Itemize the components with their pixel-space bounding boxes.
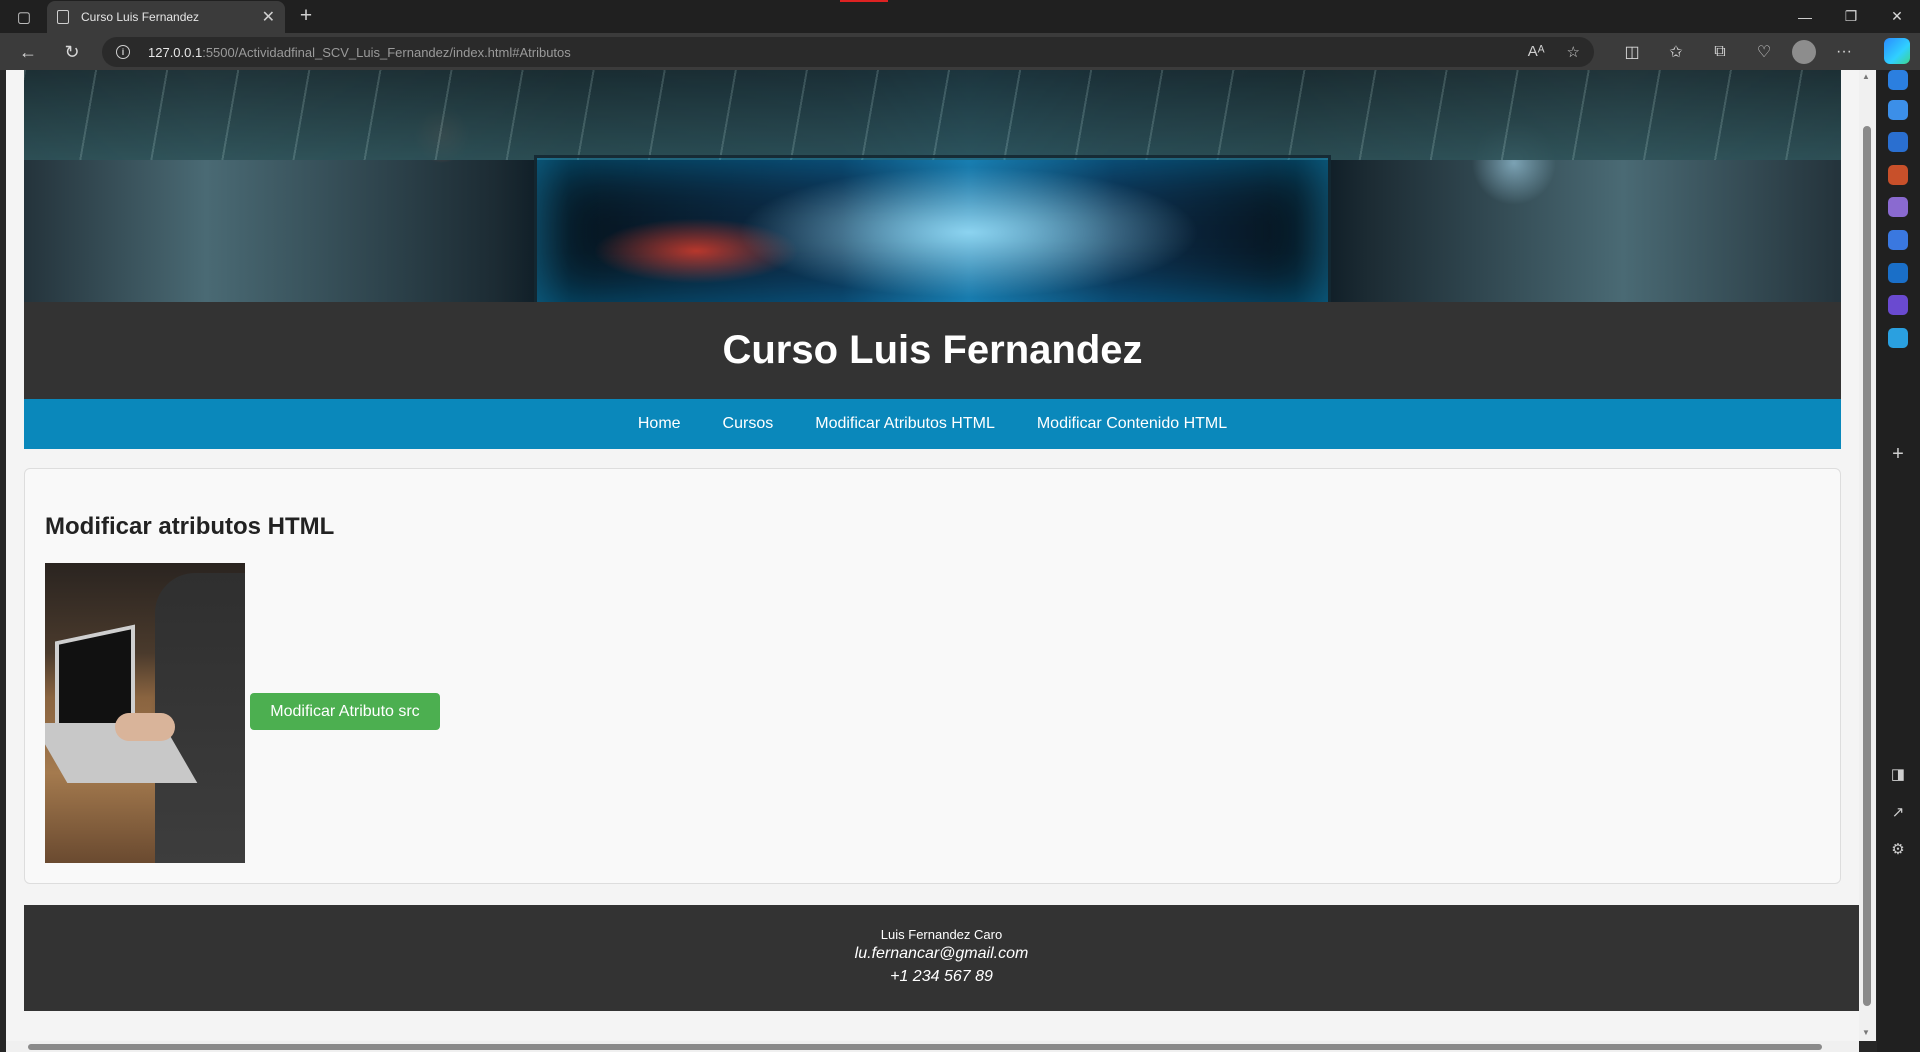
add-sidebar-app-icon[interactable]: + (1888, 443, 1908, 466)
favorites-icon[interactable]: ✩ (1660, 40, 1692, 64)
window-controls: — ❐ ✕ (1782, 0, 1920, 33)
sidebar-toggle-icon[interactable]: ◨ (1888, 765, 1908, 783)
tools-icon[interactable] (1888, 165, 1908, 185)
footer-phone: +1 234 567 89 (890, 968, 993, 985)
scroll-up-arrow-icon[interactable]: ▲ (1862, 72, 1870, 81)
tab-actions-icon[interactable]: ▢ (12, 6, 36, 28)
microsoft365-icon[interactable] (1888, 230, 1908, 250)
tab-title: Curso Luis Fernandez (81, 10, 200, 24)
address-bar[interactable]: i 127.0.0.1:5500/Actividadfinal_SCV_Luis… (102, 37, 1594, 67)
games-icon[interactable] (1888, 197, 1908, 217)
page-viewport: Curso Luis Fernandez Home Cursos Modific… (0, 70, 1877, 1052)
designer-icon[interactable] (1888, 295, 1908, 315)
open-external-icon[interactable]: ↗ (1888, 803, 1908, 821)
close-window-icon[interactable]: ✕ (1874, 0, 1920, 33)
site-title: Curso Luis Fernandez (722, 328, 1143, 372)
recording-indicator (840, 0, 888, 2)
vertical-scroll-thumb[interactable] (1863, 126, 1871, 1006)
photo-hand (115, 713, 175, 741)
shopping-icon[interactable] (1888, 132, 1908, 152)
tab-close-icon[interactable]: ✕ (262, 7, 275, 27)
new-tab-icon[interactable]: + (294, 4, 318, 28)
scroll-down-arrow-icon[interactable]: ▼ (1862, 1028, 1870, 1037)
footer-name: Luis Fernandez Caro (880, 927, 1003, 942)
send-icon[interactable] (1888, 328, 1908, 348)
outlook-icon[interactable] (1888, 263, 1908, 283)
browser-tab-bar: ▢ Curso Luis Fernandez ✕ + — ❐ ✕ (0, 0, 1920, 33)
page-icon (57, 10, 69, 24)
horizontal-scrollbar[interactable] (6, 1041, 1859, 1052)
restore-icon[interactable]: ❐ (1828, 0, 1874, 33)
more-options-icon[interactable]: ··· (1828, 40, 1860, 64)
settings-gear-icon[interactable]: ⚙ (1888, 840, 1908, 858)
browser-tab-active[interactable]: Curso Luis Fernandez ✕ (47, 1, 285, 33)
site-info-icon[interactable]: i (116, 45, 130, 59)
nav-modificar-atributos[interactable]: Modificar Atributos HTML (815, 415, 995, 433)
search-icon[interactable] (1888, 100, 1908, 120)
nav-cursos[interactable]: Cursos (723, 415, 774, 433)
notifications-icon[interactable] (1888, 70, 1908, 90)
toolbar-actions: ◫ ✩ ⧉ ♡ ··· (1616, 40, 1860, 64)
vertical-scrollbar[interactable]: ▲ ▼ (1859, 70, 1876, 1041)
minimize-icon[interactable]: — (1782, 0, 1828, 33)
laptop-photo (45, 563, 245, 863)
main-nav: Home Cursos Modificar Atributos HTML Mod… (24, 399, 1841, 449)
atributos-section: Modificar atributos HTML Modificar Atrib… (24, 468, 1841, 884)
address-bar-actions: Aᴬ ☆ (1528, 43, 1580, 61)
split-screen-icon[interactable]: ◫ (1616, 40, 1648, 64)
browser-essentials-icon[interactable]: ♡ (1748, 40, 1780, 64)
site-footer: Luis Fernandez Caro lu.fernancar@gmail.c… (24, 905, 1859, 1011)
nav-home[interactable]: Home (638, 415, 681, 433)
web-page: Curso Luis Fernandez Home Cursos Modific… (6, 70, 1859, 1041)
browser-toolbar: ← ↻ i 127.0.0.1:5500/Actividadfinal_SCV_… (0, 33, 1920, 70)
back-icon[interactable]: ← (16, 40, 40, 64)
section-heading: Modificar atributos HTML (45, 513, 335, 540)
header-banner-image (24, 70, 1841, 302)
favorite-star-icon[interactable]: ☆ (1567, 43, 1580, 61)
url-text: 127.0.0.1:5500/Actividadfinal_SCV_Luis_F… (148, 44, 571, 60)
collections-icon[interactable]: ⧉ (1704, 40, 1736, 64)
title-bar: Curso Luis Fernandez (24, 302, 1841, 399)
modificar-src-button[interactable]: Modificar Atributo src (250, 693, 440, 730)
read-aloud-icon[interactable]: Aᴬ (1528, 43, 1545, 61)
footer-email[interactable]: lu.fernancar@gmail.com (24, 945, 1859, 963)
copilot-icon[interactable] (1884, 38, 1910, 64)
reload-icon[interactable]: ↻ (60, 40, 84, 64)
profile-avatar[interactable] (1792, 40, 1816, 64)
nav-modificar-contenido[interactable]: Modificar Contenido HTML (1037, 415, 1227, 433)
site-header: Curso Luis Fernandez Home Cursos Modific… (24, 70, 1841, 449)
horizontal-scroll-thumb[interactable] (28, 1044, 1822, 1050)
edge-sidebar: + ◨ ↗ ⚙ (1877, 70, 1920, 1052)
